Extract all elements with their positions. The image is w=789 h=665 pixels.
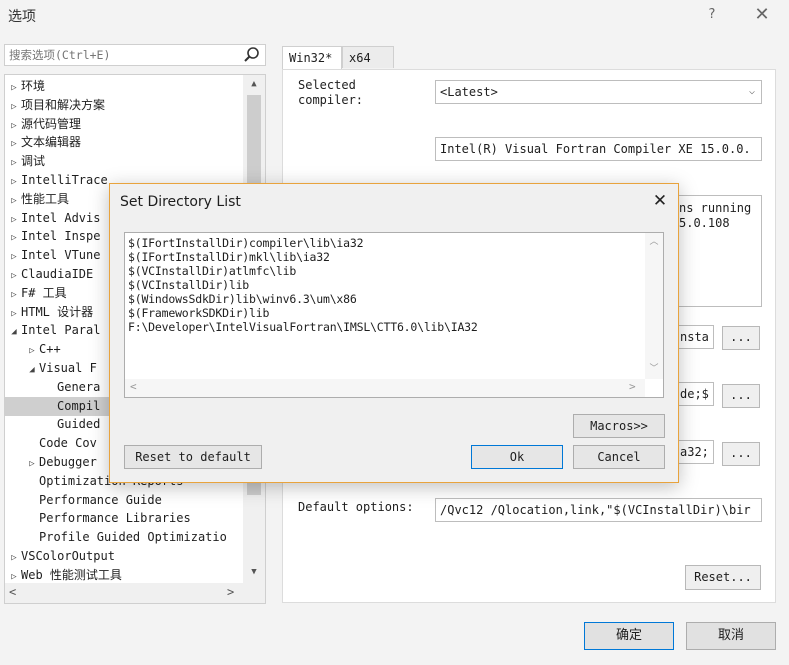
tree-item[interactable]: Profile Guided Optimizatio <box>5 528 261 547</box>
scroll-right-icon[interactable]: > <box>629 380 636 393</box>
tree-item-label: Intel Advis <box>21 210 101 225</box>
tree-item-label: Debugger <box>39 455 97 469</box>
window-title: 选项 <box>8 9 36 25</box>
dialog-title: Set Directory List <box>120 194 241 210</box>
scroll-right-icon[interactable]: > <box>227 585 234 599</box>
cancel-button[interactable]: Cancel <box>573 445 665 469</box>
compiler-info-line2: 5.0.108 <box>679 216 730 230</box>
executables-browse-button[interactable]: ... <box>722 326 760 350</box>
confirm-button[interactable]: 确定 <box>584 622 674 650</box>
default-options-label: Default options: <box>298 500 414 514</box>
tree-item-label: Performance Libraries <box>39 511 191 526</box>
close-window-button[interactable]: ✕ <box>748 2 776 28</box>
compiler-info-box: ns running 5.0.108 <box>678 195 762 307</box>
executables-field[interactable]: nsta <box>678 325 714 349</box>
tree-item[interactable]: ▷ 源代码管理 <box>5 115 243 134</box>
search-box <box>4 44 266 66</box>
tree-item-label: Guided <box>57 417 101 432</box>
compiler-name-field: Intel(R) Visual Fortran Compiler XE 15.0… <box>435 137 762 161</box>
reset-to-default-button[interactable]: Reset to default <box>124 445 262 469</box>
help-button[interactable]: ? <box>700 4 724 26</box>
tree-item-label: Intel VTune <box>21 248 101 263</box>
tree-item-label: Performance Guide <box>39 492 162 507</box>
tree-item-label: 性能工具 <box>21 191 70 206</box>
tree-item-label: HTML 设计器 <box>21 304 94 319</box>
tree-item[interactable]: ▷ 文本编辑器 <box>5 133 243 152</box>
tree-item-label: IntelliTrace <box>21 173 108 187</box>
directory-entry: $(VCInstallDir)atlmfc\lib <box>128 264 297 278</box>
chevron-down-icon: ⌵ <box>748 86 755 97</box>
directory-entry: $(IFortInstallDir)compiler\lib\ia32 <box>128 236 364 250</box>
tree-item-label: Intel Inspe <box>21 229 101 244</box>
tree-item[interactable]: ▷ Web 性能测试工具 <box>5 566 243 585</box>
directory-list-textarea[interactable]: $(IFortInstallDir)compiler\lib\ia32 $(IFo… <box>124 232 664 398</box>
scroll-down-icon[interactable]: ﹀ <box>648 361 660 374</box>
scroll-left-icon[interactable]: < <box>130 380 137 393</box>
tab-win32[interactable]: Win32* <box>282 46 342 70</box>
tree-item-label: C++ <box>39 342 61 357</box>
directory-entry: F:\Developer\IntelVisualFortran\IMSL\CTT… <box>128 320 478 334</box>
macros-button[interactable]: Macros>> <box>573 414 665 438</box>
reset-button[interactable]: Reset... <box>685 565 761 590</box>
tab-x64[interactable]: x64 <box>342 46 394 68</box>
tree-item-label: 调试 <box>21 154 46 169</box>
scroll-left-icon[interactable]: < <box>9 585 16 599</box>
compiler-info-line1: ns running <box>679 201 752 215</box>
tree-item[interactable]: Performance Guide <box>5 491 261 510</box>
directory-entry: $(VCInstallDir)lib <box>128 278 250 292</box>
set-directory-list-dialog: Set Directory List ✕ $(IFortInstallDir)c… <box>109 183 679 483</box>
search-input[interactable] <box>9 47 237 63</box>
tree-item-label: Code Cov <box>39 436 97 451</box>
libraries-field[interactable]: a32; <box>678 440 714 464</box>
ok-button[interactable]: Ok <box>471 445 563 469</box>
tree-item[interactable]: ▷ 环境 <box>5 77 243 96</box>
dialog-close-icon[interactable]: ✕ <box>648 190 672 212</box>
tree-item-label: 环境 <box>21 79 46 93</box>
includes-field[interactable]: de;$ <box>678 382 714 406</box>
tree-item-label: 文本编辑器 <box>21 135 82 150</box>
search-icon[interactable] <box>243 46 261 64</box>
scroll-up-icon[interactable]: ▲ <box>247 77 261 91</box>
libraries-browse-button[interactable]: ... <box>722 442 760 466</box>
directory-entry: $(FrameworkSDKDir)lib <box>128 306 270 320</box>
tree-item-label: ClaudiaIDE <box>21 267 94 281</box>
selected-compiler-label: Selected compiler: <box>298 78 364 107</box>
tree-item[interactable]: ▷ 项目和解决方案 <box>5 96 243 115</box>
tree-item-label: Profile Guided Optimizatio <box>39 530 227 545</box>
scroll-up-icon[interactable]: ︿ <box>648 234 660 247</box>
tree-item-label: F# 工具 <box>21 285 67 300</box>
cancel-window-button[interactable]: 取消 <box>686 622 776 650</box>
tree-item-label: 项目和解决方案 <box>21 97 106 112</box>
tree-item-label: VSColorOutput <box>21 549 115 563</box>
tree-horizontal-scrollbar[interactable]: < > <box>5 583 265 603</box>
directory-list-horizontal-scrollbar[interactable]: < > <box>125 379 645 397</box>
tree-item-label: Intel Paral <box>21 323 101 338</box>
tree-item-label: Web 性能测试工具 <box>21 567 122 582</box>
tree-item-label: Visual F <box>39 361 97 375</box>
tree-item[interactable]: ▷ VSColorOutput <box>5 547 243 566</box>
directory-list-vertical-scrollbar[interactable]: ︿ ﹀ <box>645 233 663 379</box>
includes-browse-button[interactable]: ... <box>722 384 760 408</box>
default-options-field[interactable]: /Qvc12 /Qlocation,link,"$(VCInstallDir)\… <box>435 498 762 522</box>
tree-item[interactable]: ▷ 调试 <box>5 152 243 171</box>
tree-item-label: Genera <box>57 379 101 394</box>
tree-item[interactable]: Performance Libraries <box>5 509 261 528</box>
directory-entry: $(WindowsSdkDir)lib\winv6.3\um\x86 <box>128 292 357 306</box>
tree-item-label: 源代码管理 <box>21 116 82 131</box>
compiler-select-value: <Latest> <box>440 85 498 99</box>
compiler-select[interactable]: <Latest> ⌵ <box>435 80 762 104</box>
directory-entry: $(IFortInstallDir)mkl\lib\ia32 <box>128 250 330 264</box>
tree-item-label: Compil <box>57 398 101 413</box>
scroll-down-icon[interactable]: ▼ <box>247 565 261 579</box>
